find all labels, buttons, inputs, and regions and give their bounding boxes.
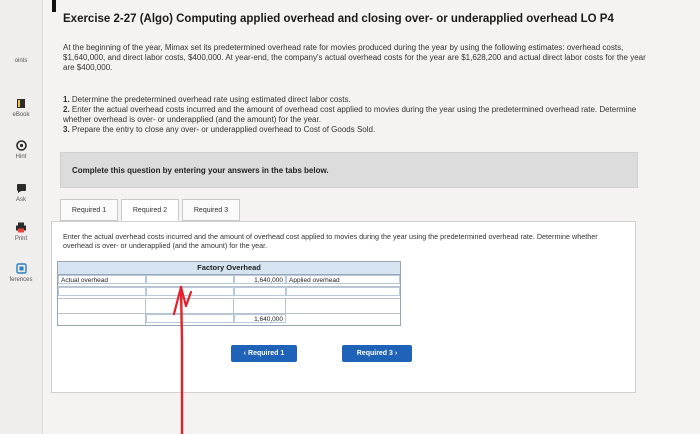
table-row: 1,640,000 xyxy=(58,314,400,325)
right-label-field xyxy=(286,314,400,325)
ask-icon xyxy=(16,184,26,193)
sidebar-item-points: oints xyxy=(0,58,42,64)
chevron-right-icon: › xyxy=(394,350,398,357)
sidebar-item-ask[interactable]: Ask xyxy=(0,183,42,203)
right-total-field[interactable]: 1,640,000 xyxy=(234,314,286,323)
sidebar-item-references[interactable]: ferences xyxy=(0,263,42,283)
sidebar-item-hint[interactable]: Hint xyxy=(0,140,42,160)
sidebar-item-label: oints xyxy=(14,58,28,64)
page-title: Exercise 2-27 (Algo) Computing applied o… xyxy=(63,13,614,25)
right-label-field[interactable] xyxy=(286,287,400,296)
right-amount-field[interactable] xyxy=(234,287,286,296)
requirement-item: 1. Determine the predetermined overhead … xyxy=(63,95,351,104)
print-icon xyxy=(16,222,26,233)
next-required-button[interactable]: Required 3 › xyxy=(342,345,412,362)
top-edge-mark xyxy=(52,0,56,12)
sidebar-item-label: eBook xyxy=(12,112,30,118)
next-button-label: Required 3 xyxy=(356,350,393,357)
blank-cell xyxy=(234,299,286,313)
left-label-field[interactable]: Actual overhead xyxy=(58,275,146,284)
factory-overhead-t-account: Factory Overhead Actual overhead 1,640,0… xyxy=(57,261,401,326)
requirement-item: 3. Prepare the entry to close any over- … xyxy=(63,125,376,134)
sidebar-item-label: Hint xyxy=(15,154,27,160)
tab-required-2[interactable]: Required 2 xyxy=(121,199,179,221)
problem-intro: At the beginning of the year, Mimax set … xyxy=(63,43,646,72)
sidebar-item-label: Ask xyxy=(15,197,26,203)
requirement-item: 2. Enter the actual overhead costs incur… xyxy=(63,105,637,124)
sidebar-item-ebook[interactable]: eBook xyxy=(0,98,42,118)
table-row: Actual overhead 1,640,000 Applied overhe… xyxy=(58,275,400,287)
left-label-field xyxy=(58,314,146,325)
instruction-banner: Complete this question by entering your … xyxy=(60,152,638,188)
sidebar-item-label: ferences xyxy=(9,277,33,283)
prev-button-label: Required 1 xyxy=(248,350,285,357)
chevron-left-icon: ‹ xyxy=(243,350,247,357)
blank-cell xyxy=(58,299,146,313)
table-row xyxy=(58,287,400,299)
t-account-title: Factory Overhead xyxy=(58,262,400,275)
right-amount-field[interactable]: 1,640,000 xyxy=(234,275,286,284)
banner-text: Complete this question by entering your … xyxy=(72,166,329,175)
sidebar-item-print[interactable]: Print xyxy=(0,222,42,242)
book-icon xyxy=(17,99,25,108)
tab-required-1[interactable]: Required 1 xyxy=(60,199,118,221)
sidebar-item-label: Print xyxy=(14,236,28,242)
requirements-list: 1. Determine the predetermined overhead … xyxy=(63,95,653,135)
panel-instruction: Enter the actual overhead costs incurred… xyxy=(63,232,598,250)
prev-required-button[interactable]: ‹ Required 1 xyxy=(231,345,297,362)
left-sidebar: oints eBook Hint Ask Print ferences xyxy=(0,0,43,434)
table-row-spacer xyxy=(58,299,400,314)
hint-icon xyxy=(15,140,27,151)
tab-required-3[interactable]: Required 3 xyxy=(182,199,240,221)
right-label-field[interactable]: Applied overhead xyxy=(286,275,400,284)
answer-panel: Enter the actual overhead costs incurred… xyxy=(51,221,636,393)
left-label-field[interactable] xyxy=(58,287,146,296)
blank-cell xyxy=(286,299,400,313)
red-pen-annotation xyxy=(172,285,193,434)
references-icon xyxy=(15,263,27,274)
